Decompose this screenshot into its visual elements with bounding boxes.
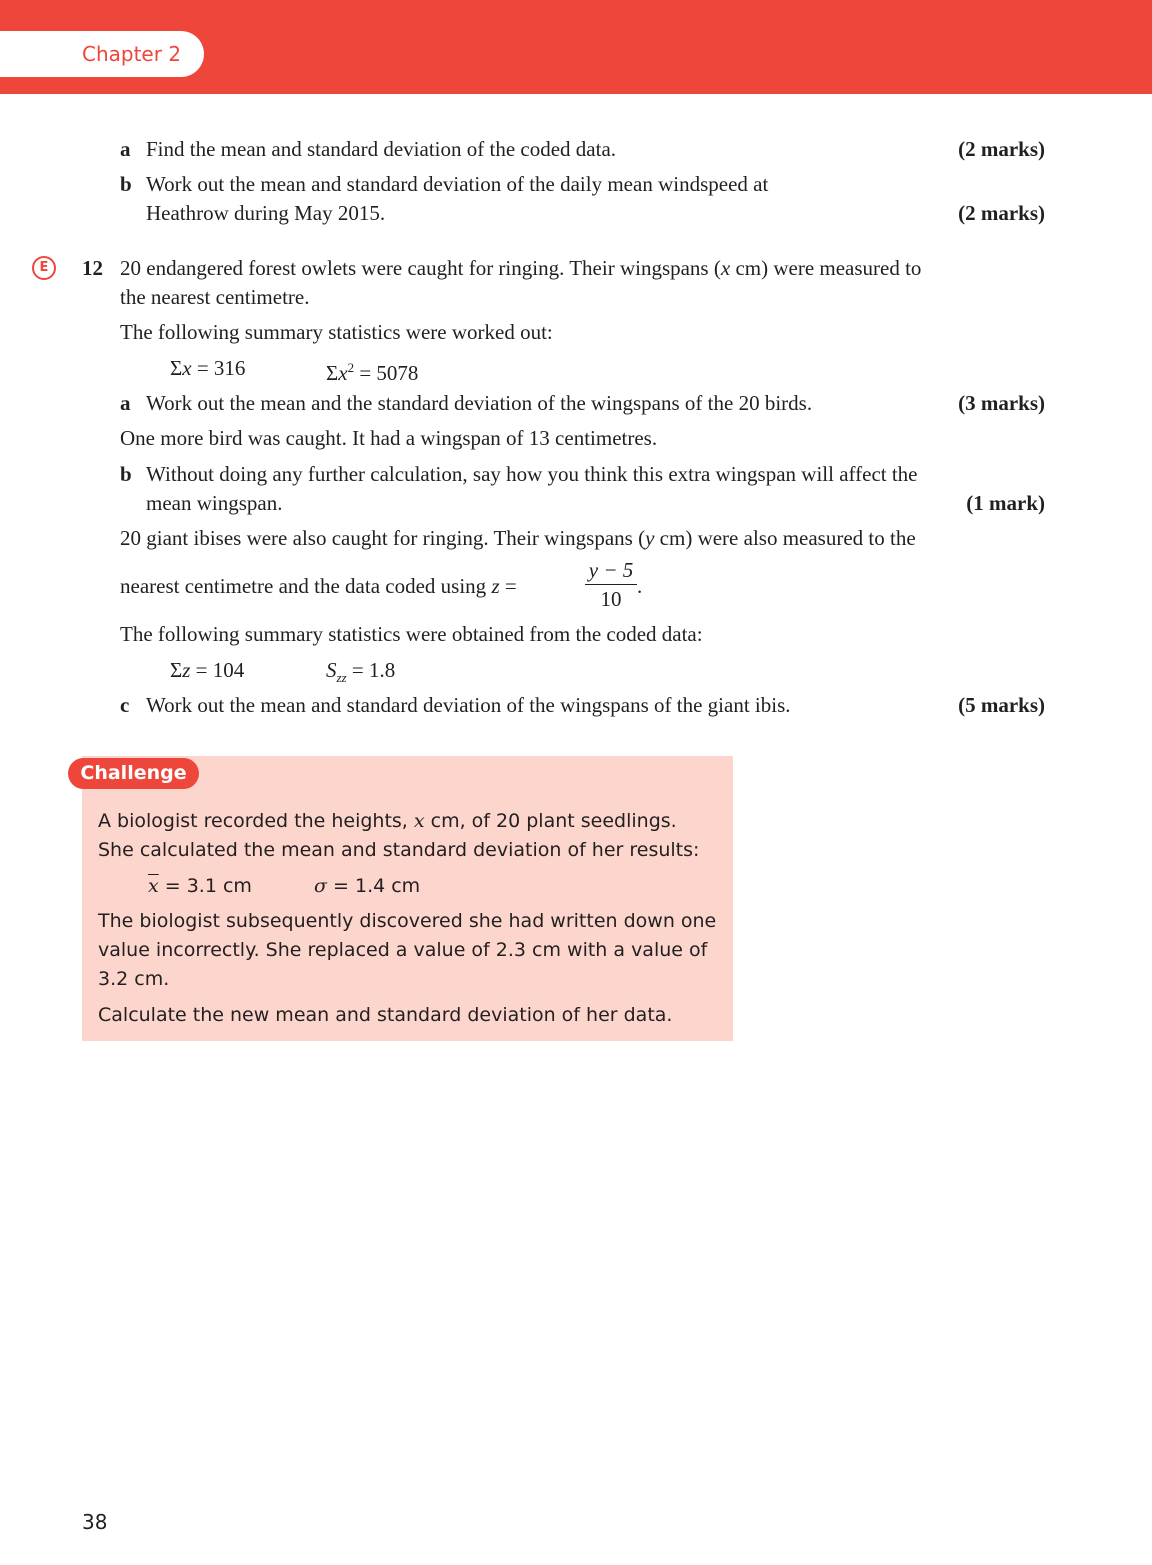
q12-intro-line2: the nearest centimetre. xyxy=(120,285,310,309)
q12-part-a-label: a xyxy=(120,391,131,415)
q12-ibis-line2-end: . xyxy=(637,574,643,598)
q12-part-b-marks: (1 mark) xyxy=(966,491,1045,515)
q12-part-c-label: c xyxy=(120,693,130,717)
coding-fraction: y − 5 10 xyxy=(585,557,637,612)
q12-part-a-text: Work out the mean and the standard devia… xyxy=(146,391,813,415)
q12-stat-szz: Szz = 1.8 xyxy=(326,658,396,686)
q12-ibis-line1: 20 giant ibises were also caught for rin… xyxy=(120,526,916,550)
q12-stat-sum-z: Σz = 104 xyxy=(170,658,245,682)
challenge-line2: She calculated the mean and standard dev… xyxy=(98,839,700,861)
q12-intro-line1: 20 endangered forest owlets were caught … xyxy=(120,256,922,280)
q12-number: 12 xyxy=(82,256,103,280)
q12-stat-sum-x-squared: Σx2 = 5078 xyxy=(326,360,419,385)
q12-part-b-text-line1: Without doing any further calculation, s… xyxy=(146,462,918,486)
q12-coded-intro: The following summary statistics were ob… xyxy=(120,622,703,646)
challenge-line3: The biologist subsequently discovered sh… xyxy=(98,910,717,932)
q12-part-c-marks: (5 marks) xyxy=(958,693,1045,717)
q11-part-b-label: b xyxy=(120,172,132,196)
page-number: 38 xyxy=(82,1510,108,1534)
challenge-line5: 3.2 cm. xyxy=(98,968,170,990)
q11-part-b-marks: (2 marks) xyxy=(958,201,1045,225)
q12-extra-bird-text: One more bird was caught. It had a wings… xyxy=(120,426,658,450)
q11-part-a-marks: (2 marks) xyxy=(958,137,1045,161)
exam-style-badge: E xyxy=(32,256,56,280)
q12-ibis-line2: nearest centimetre and the data coded us… xyxy=(120,574,517,598)
q12-part-a-marks: (3 marks) xyxy=(958,391,1045,415)
coding-fraction-denominator: 10 xyxy=(600,587,622,611)
challenge-title: Challenge xyxy=(68,758,199,789)
q11-part-b-text-line1: Work out the mean and standard deviation… xyxy=(146,172,769,196)
challenge-line6: Calculate the new mean and standard devi… xyxy=(98,1004,673,1026)
q11-part-a-label: a xyxy=(120,137,131,161)
q11-part-b-text-line2: Heathrow during May 2015. xyxy=(146,201,386,225)
challenge-standard-deviation: σ = 1.4 cm xyxy=(314,875,421,897)
challenge-line1: A biologist recorded the heights, x cm, … xyxy=(98,810,677,832)
chapter-label: Chapter 2 xyxy=(82,42,182,66)
fraction-bar xyxy=(585,584,637,585)
q12-stat-sum-x: Σx = 316 xyxy=(170,356,246,380)
q12-part-b-label: b xyxy=(120,462,132,486)
q11-part-a-text: Find the mean and standard deviation of … xyxy=(146,137,617,161)
q12-summary-intro: The following summary statistics were wo… xyxy=(120,320,553,344)
challenge-mean: x = 3.1 cm xyxy=(148,875,252,897)
q12-part-c-text: Work out the mean and standard deviation… xyxy=(146,693,791,717)
coding-fraction-numerator: y − 5 xyxy=(588,558,634,582)
q12-part-b-text-line2: mean wingspan. xyxy=(146,491,283,515)
challenge-line4: value incorrectly. She replaced a value … xyxy=(98,939,708,961)
